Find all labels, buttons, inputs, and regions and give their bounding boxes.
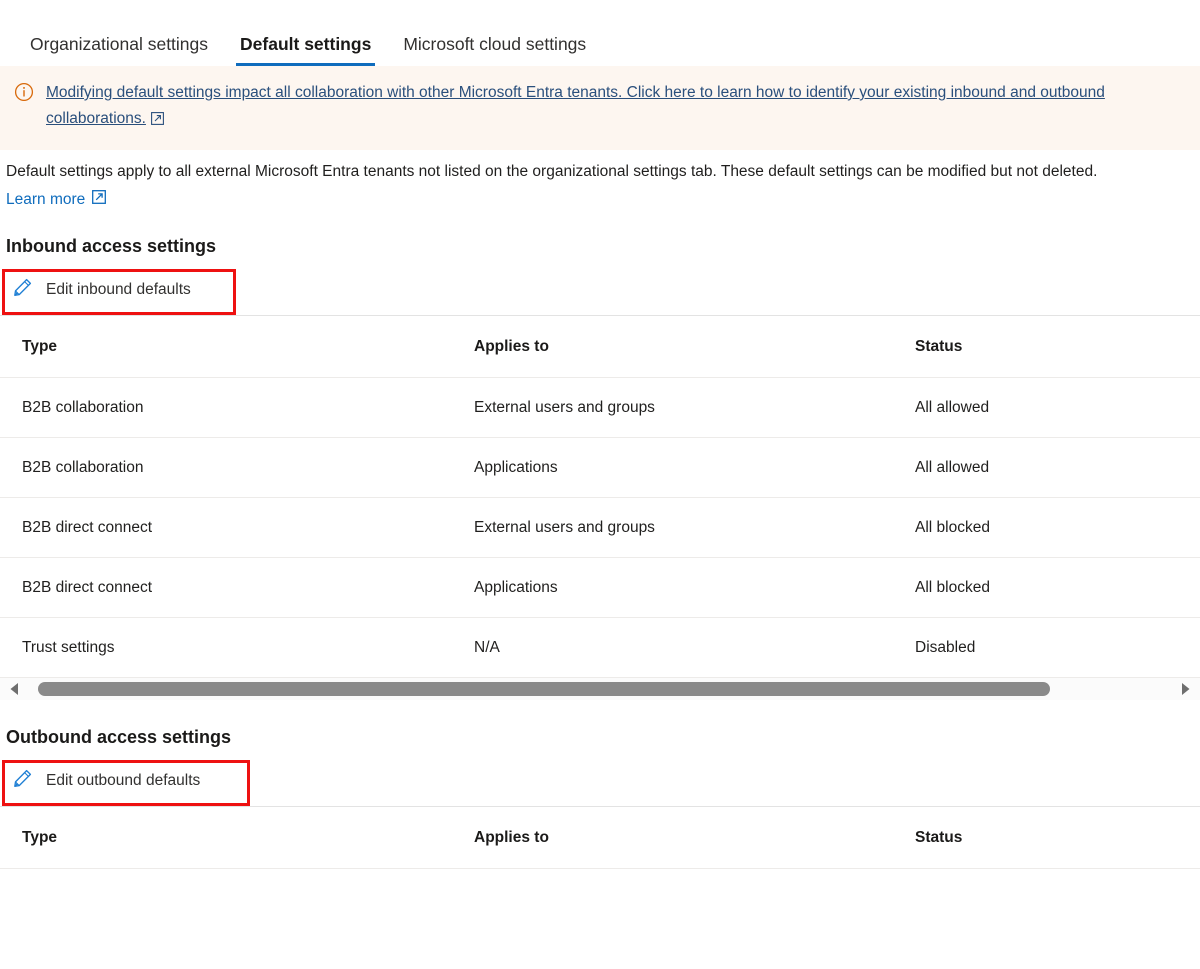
- external-link-icon: [92, 190, 106, 209]
- inbound-command-bar: Edit inbound defaults: [0, 269, 1200, 315]
- info-banner-link[interactable]: Modifying default settings impact all co…: [46, 84, 1105, 127]
- outbound-settings-table: Type Applies to Status: [0, 807, 1200, 869]
- cell-applies-to: N/A: [446, 618, 889, 678]
- column-header-applies-to[interactable]: Applies to: [446, 807, 889, 869]
- tab-microsoft-cloud-settings[interactable]: Microsoft cloud settings: [387, 36, 602, 67]
- column-header-status[interactable]: Status: [889, 316, 1200, 378]
- tab-label: Organizational settings: [30, 34, 208, 54]
- page-description: Default settings apply to all external M…: [0, 150, 1196, 184]
- cell-type: B2B collaboration: [0, 378, 446, 438]
- tab-organizational-settings[interactable]: Organizational settings: [14, 36, 224, 67]
- inbound-table-horizontal-scrollbar[interactable]: [0, 678, 1200, 700]
- table-row[interactable]: Trust settings N/A Disabled: [0, 618, 1200, 678]
- inbound-section-title: Inbound access settings: [6, 236, 1200, 257]
- table-header-row: Type Applies to Status: [0, 316, 1200, 378]
- edit-inbound-defaults-button[interactable]: Edit inbound defaults: [0, 269, 205, 311]
- tab-label: Microsoft cloud settings: [403, 34, 586, 54]
- edit-outbound-defaults-button[interactable]: Edit outbound defaults: [0, 760, 214, 802]
- pencil-edit-icon: [12, 768, 33, 794]
- cell-type: Trust settings: [0, 618, 446, 678]
- external-link-icon: [151, 108, 164, 134]
- cell-applies-to: External users and groups: [446, 378, 889, 438]
- cell-applies-to: Applications: [446, 438, 889, 498]
- table-row[interactable]: B2B collaboration External users and gro…: [0, 378, 1200, 438]
- cell-status: Disabled: [889, 618, 1200, 678]
- settings-tabstrip: Organizational settings Default settings…: [0, 0, 1200, 66]
- column-header-type[interactable]: Type: [0, 316, 446, 378]
- outbound-command-bar: Edit outbound defaults: [0, 760, 1200, 806]
- table-row[interactable]: B2B direct connect External users and gr…: [0, 498, 1200, 558]
- table-header-row: Type Applies to Status: [0, 807, 1200, 869]
- tab-default-settings[interactable]: Default settings: [224, 36, 387, 67]
- cell-type: B2B direct connect: [0, 558, 446, 618]
- column-header-type[interactable]: Type: [0, 807, 446, 869]
- cell-type: B2B direct connect: [0, 498, 446, 558]
- learn-more-label: Learn more: [6, 191, 85, 209]
- table-row[interactable]: B2B direct connect Applications All bloc…: [0, 558, 1200, 618]
- cell-type: B2B collaboration: [0, 438, 446, 498]
- table-row[interactable]: B2B collaboration Applications All allow…: [0, 438, 1200, 498]
- cell-status: All allowed: [889, 378, 1200, 438]
- cell-status: All blocked: [889, 558, 1200, 618]
- scrollbar-thumb[interactable]: [38, 682, 1050, 696]
- column-header-status[interactable]: Status: [889, 807, 1200, 869]
- info-circle-icon: [14, 82, 34, 102]
- scrollbar-track[interactable]: [30, 678, 1170, 700]
- chevron-left-icon[interactable]: [0, 678, 30, 700]
- chevron-right-icon[interactable]: [1170, 678, 1200, 700]
- cell-status: All allowed: [889, 438, 1200, 498]
- cell-applies-to: Applications: [446, 558, 889, 618]
- tab-label: Default settings: [240, 34, 371, 54]
- inbound-settings-table: Type Applies to Status B2B collaboration…: [0, 316, 1200, 678]
- cell-applies-to: External users and groups: [446, 498, 889, 558]
- cell-status: All blocked: [889, 498, 1200, 558]
- outbound-section-title: Outbound access settings: [6, 727, 1200, 748]
- learn-more-link[interactable]: Learn more: [6, 190, 106, 209]
- info-banner: Modifying default settings impact all co…: [0, 66, 1200, 150]
- pencil-edit-icon: [12, 277, 33, 303]
- edit-inbound-defaults-label: Edit inbound defaults: [46, 281, 191, 299]
- column-header-applies-to[interactable]: Applies to: [446, 316, 889, 378]
- edit-outbound-defaults-label: Edit outbound defaults: [46, 772, 200, 790]
- info-banner-text: Modifying default settings impact all co…: [46, 80, 1166, 134]
- default-settings-page: Organizational settings Default settings…: [0, 0, 1200, 969]
